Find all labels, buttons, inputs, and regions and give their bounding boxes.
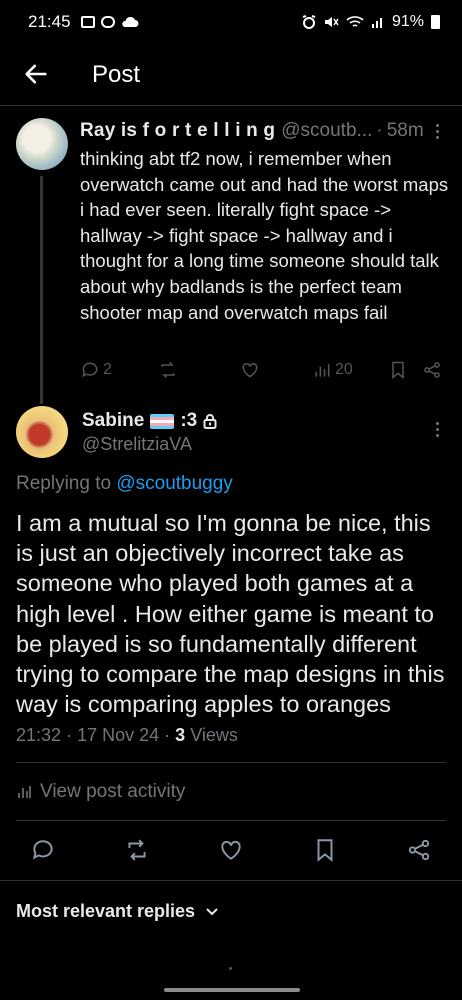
analytics-icon — [315, 364, 330, 377]
gesture-bar[interactable] — [164, 988, 300, 992]
signal-icon — [371, 18, 382, 28]
analytics-icon — [18, 786, 31, 798]
repost-icon — [161, 361, 175, 379]
status-bar: 21:45 91% — [0, 0, 462, 44]
thread-line — [40, 176, 43, 404]
wifi-icon — [346, 16, 364, 27]
loading-indicator — [229, 967, 232, 970]
lock-icon — [203, 414, 217, 429]
author-name[interactable]: Ray is f o r t e l l i n g — [80, 120, 275, 142]
views-count: 3 — [175, 725, 186, 745]
status-time: 21:45 — [28, 12, 71, 31]
replying-prefix: Replying to — [16, 473, 112, 494]
trans-flag-emoji — [150, 413, 175, 429]
separator: · — [164, 725, 171, 745]
heart-icon — [242, 362, 258, 378]
bookmark-icon[interactable] — [312, 837, 338, 863]
author-name[interactable]: Sabine — [82, 410, 144, 432]
view-count: 20 — [335, 361, 353, 378]
discord-notification-icon — [100, 16, 115, 28]
view-activity-link[interactable]: View post activity — [16, 781, 185, 803]
bookmark-button[interactable] — [388, 360, 422, 380]
share-button[interactable] — [422, 360, 442, 380]
post-actions — [30, 835, 432, 865]
parent-post[interactable]: Ray is f o r t e l l i n g @scoutb... · … — [0, 106, 462, 404]
views-button[interactable]: 20 — [312, 360, 388, 380]
replying-to-link[interactable]: @scoutbuggy — [116, 473, 232, 494]
post-date[interactable]: 17 Nov 24 — [77, 725, 159, 745]
like-button[interactable] — [240, 360, 312, 380]
replies-sort-dropdown[interactable]: Most relevant replies — [16, 901, 219, 922]
page-title: Post — [92, 60, 141, 88]
divider — [16, 762, 446, 763]
alarm-icon — [302, 15, 316, 29]
bookmark-icon — [392, 361, 404, 380]
reply-count: 2 — [103, 361, 112, 378]
author-handle[interactable]: @StrelitziaVA — [82, 434, 192, 455]
post-header: Ray is f o r t e l l i n g @scoutb... · … — [80, 120, 442, 142]
post-actions: 2 20 — [80, 358, 442, 382]
repost-button[interactable] — [158, 360, 240, 380]
separator: · — [66, 725, 73, 745]
share-icon — [424, 362, 440, 378]
reply-button[interactable]: 2 — [80, 360, 158, 380]
post-time[interactable]: 58m — [387, 120, 424, 142]
mute-icon — [324, 17, 339, 27]
section-divider — [0, 880, 462, 881]
avatar[interactable] — [16, 406, 68, 458]
more-options-icon[interactable] — [434, 124, 440, 139]
post-time[interactable]: 21:32 — [16, 725, 61, 745]
post-meta: 21:32 · 17 Nov 24 · 3 Views — [16, 725, 238, 746]
chevron-down-icon — [206, 907, 218, 915]
name-suffix: :3 — [180, 410, 198, 431]
share-icon[interactable] — [406, 837, 432, 863]
replying-to: Replying to @scoutbuggy — [16, 473, 233, 495]
repost-icon[interactable] — [124, 837, 150, 863]
more-options-icon[interactable] — [434, 422, 440, 437]
reply-icon[interactable] — [30, 837, 56, 863]
reply-icon — [82, 362, 98, 378]
views-label: Views — [190, 725, 238, 745]
cloud-icon — [121, 16, 139, 27]
avatar[interactable] — [16, 118, 68, 170]
post-text: I am a mutual so I'm gonna be nice, this… — [16, 510, 445, 718]
author-handle[interactable]: @scoutb... — [281, 120, 372, 142]
post-text: thinking abt tf2 now, i remember when ov… — [80, 148, 449, 323]
battery-icon — [431, 15, 440, 29]
top-bar: Post — [0, 44, 462, 106]
back-button[interactable] — [22, 60, 52, 90]
separator: · — [376, 120, 383, 141]
view-activity-label: View post activity — [40, 781, 186, 802]
battery-percent: 91% — [391, 13, 424, 30]
arrow-left-icon — [25, 64, 47, 83]
heart-icon[interactable] — [218, 837, 244, 863]
replies-sort-label: Most relevant replies — [16, 901, 196, 921]
divider — [16, 820, 446, 821]
author-name-row[interactable]: Sabine :3 — [82, 410, 217, 432]
gallery-notification-icon — [80, 16, 95, 28]
